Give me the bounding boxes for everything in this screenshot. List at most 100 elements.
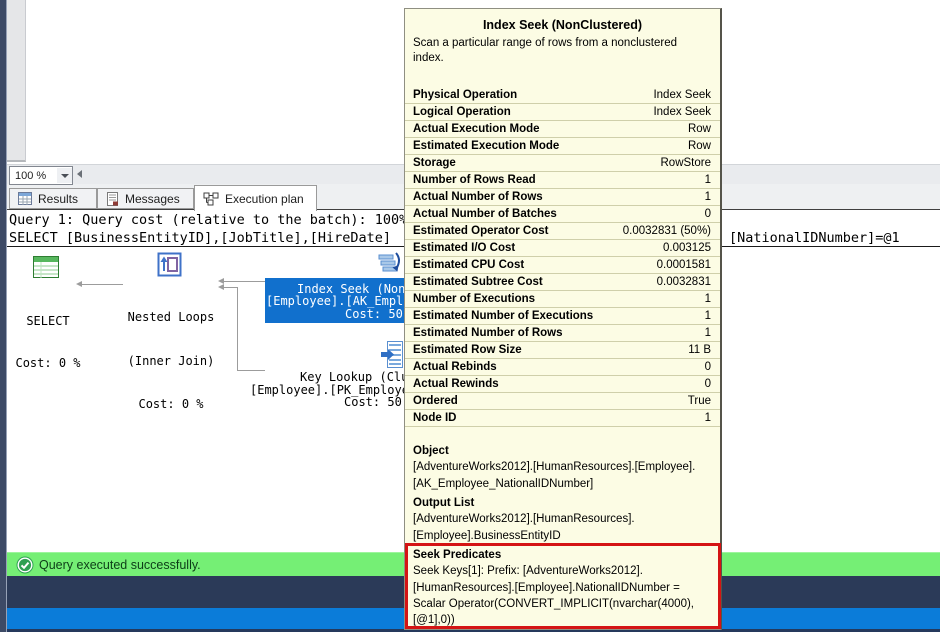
property-label: Estimated Row Size xyxy=(413,344,522,356)
nested-loops-icon[interactable] xyxy=(157,252,182,277)
tooltip-property-row: Estimated Execution Mode Row xyxy=(405,138,720,155)
property-label: Actual Number of Batches xyxy=(413,208,557,220)
section-line: [AK_Employee_NationalIDNumber] xyxy=(413,476,713,492)
property-label: Estimated Number of Rows xyxy=(413,327,563,339)
tab-label: Execution plan xyxy=(225,192,304,206)
tab-label: Results xyxy=(38,192,78,206)
property-label: Number of Executions xyxy=(413,293,535,305)
tooltip-property-row: Actual Rewinds 0 xyxy=(405,376,720,393)
tooltip-property-row: Estimated Row Size 11 B xyxy=(405,342,720,359)
plan-query-text-right: [NationalIDNumber]=@1 xyxy=(729,230,900,246)
tooltip-property-row: Ordered True xyxy=(405,393,720,410)
tab-messages[interactable]: Messages xyxy=(97,188,194,209)
property-label: Estimated Operator Cost xyxy=(413,225,548,237)
property-value: 0.003125 xyxy=(663,242,711,254)
plan-connector xyxy=(82,284,123,285)
property-value: Index Seek xyxy=(653,106,711,118)
property-value: Row xyxy=(688,140,711,152)
property-label: Ordered xyxy=(413,395,458,407)
tooltip-property-row: Actual Number of Rows 1 xyxy=(405,189,720,206)
property-label: Actual Rebinds xyxy=(413,361,497,373)
section-heading: Object xyxy=(413,443,713,459)
property-value: 0 xyxy=(705,361,711,373)
property-label: Physical Operation xyxy=(413,89,517,101)
nested-loops-label[interactable]: Nested Loops (Inner Join) Cost: 0 % xyxy=(122,281,220,441)
tooltip-property-row: Number of Rows Read 1 xyxy=(405,172,720,189)
property-label: Actual Execution Mode xyxy=(413,123,540,135)
zoom-select[interactable]: 100 % xyxy=(9,166,73,185)
results-grid-icon xyxy=(18,192,32,205)
property-value: 1 xyxy=(705,327,711,339)
execution-plan-icon xyxy=(203,192,219,206)
property-value: 1 xyxy=(705,191,711,203)
property-value: Row xyxy=(688,123,711,135)
property-label: Estimated Subtree Cost xyxy=(413,276,543,288)
property-value: 0.0032831 (50%) xyxy=(623,225,711,237)
property-value: RowStore xyxy=(661,157,712,169)
tooltip-property-row: Estimated Number of Executions 1 xyxy=(405,308,720,325)
plan-connector xyxy=(224,281,266,282)
zoom-value: 100 % xyxy=(10,170,57,182)
chevron-down-icon[interactable] xyxy=(57,168,72,183)
success-check-icon xyxy=(16,556,34,574)
tooltip-property-row: Storage RowStore xyxy=(405,155,720,172)
property-value: 1 xyxy=(705,174,711,186)
property-value: 0 xyxy=(705,208,711,220)
property-label: Number of Rows Read xyxy=(413,174,536,186)
plan-query-header: Query 1: Query cost (relative to the bat… xyxy=(9,212,407,228)
section-line: [Employee].BusinessEntityID xyxy=(413,528,713,544)
tab-execution-plan[interactable]: Execution plan xyxy=(194,185,317,211)
select-node-label[interactable]: SELECT Cost: 0 % xyxy=(12,286,84,398)
tooltip-property-row: Estimated I/O Cost 0.003125 xyxy=(405,240,720,257)
tooltip-description: Scan a particular range of rows from a n… xyxy=(413,36,709,66)
tooltip-property-row: Number of Executions 1 xyxy=(405,291,720,308)
section-line: [AdventureWorks2012].[HumanResources].[E… xyxy=(413,459,713,475)
tooltip-properties: Physical Operation Index Seek Logical Op… xyxy=(405,87,720,427)
plan-connector xyxy=(237,370,265,371)
messages-icon xyxy=(106,192,119,206)
property-value: 0.0001581 xyxy=(657,259,711,271)
tooltip-property-row: Actual Number of Batches 0 xyxy=(405,206,720,223)
tooltip-property-row: Estimated Operator Cost 0.0032831 (50%) xyxy=(405,223,720,240)
tooltip-property-row: Logical Operation Index Seek xyxy=(405,104,720,121)
property-label: Estimated Execution Mode xyxy=(413,140,559,152)
tooltip-output-list-section: Output List [AdventureWorks2012].[HumanR… xyxy=(413,495,713,544)
property-label: Node ID xyxy=(413,412,456,424)
seek-predicates-highlight xyxy=(405,543,721,629)
tab-results[interactable]: Results xyxy=(9,188,97,209)
plan-connector-elbow xyxy=(237,287,238,371)
property-label: Logical Operation xyxy=(413,106,511,118)
property-value: 1 xyxy=(705,310,711,322)
scroll-left-icon[interactable] xyxy=(77,170,82,178)
property-value: 0.0032831 xyxy=(657,276,711,288)
property-value: 11 B xyxy=(688,344,711,356)
ssms-window: 100 % Results Messages xyxy=(0,0,940,632)
tooltip-property-row: Actual Execution Mode Row xyxy=(405,121,720,138)
tooltip-title: Index Seek (NonClustered) xyxy=(405,18,720,32)
editor-gutter xyxy=(7,0,26,162)
tooltip-property-row: Estimated CPU Cost 0.0001581 xyxy=(405,257,720,274)
select-node-icon[interactable] xyxy=(33,256,59,278)
property-label: Estimated I/O Cost xyxy=(413,242,515,254)
status-message: Query executed successfully. xyxy=(39,558,201,572)
index-seek-icon[interactable] xyxy=(377,251,404,278)
tooltip-property-row: Estimated Subtree Cost 0.0032831 xyxy=(405,274,720,291)
plan-connector xyxy=(224,287,238,288)
property-value: 1 xyxy=(705,412,711,424)
tooltip-property-row: Node ID 1 xyxy=(405,410,720,427)
key-lookup-icon[interactable] xyxy=(381,341,403,368)
property-label: Actual Number of Rows xyxy=(413,191,543,203)
window-left-edge xyxy=(0,0,7,632)
plan-query-text: SELECT [BusinessEntityID],[JobTitle],[Hi… xyxy=(9,230,391,246)
property-value: 0 xyxy=(705,378,711,390)
section-heading: Output List xyxy=(413,495,713,511)
property-value: Index Seek xyxy=(653,89,711,101)
property-label: Estimated Number of Executions xyxy=(413,310,593,322)
tooltip-property-row: Estimated Number of Rows 1 xyxy=(405,325,720,342)
property-value: 1 xyxy=(705,293,711,305)
tab-label: Messages xyxy=(125,192,180,206)
property-label: Actual Rewinds xyxy=(413,378,499,390)
property-label: Estimated CPU Cost xyxy=(413,259,524,271)
tooltip-property-row: Actual Rebinds 0 xyxy=(405,359,720,376)
operator-tooltip: Index Seek (NonClustered) Scan a particu… xyxy=(404,8,722,630)
